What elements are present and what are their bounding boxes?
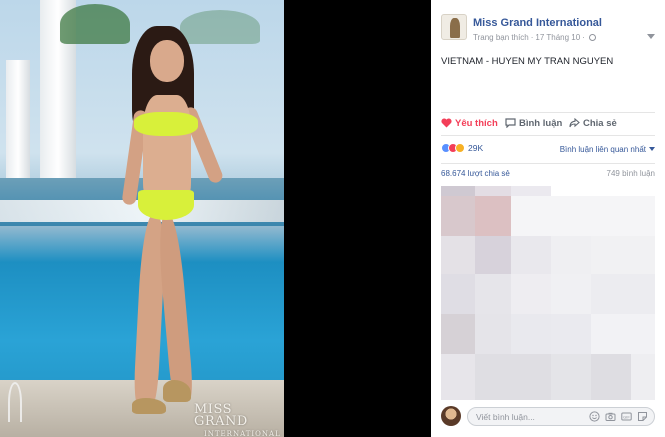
caret-down-icon — [649, 147, 655, 151]
blur-block — [591, 354, 631, 400]
blur-block — [511, 236, 551, 274]
camera-icon[interactable] — [605, 411, 616, 422]
post-options-chevron-down-icon[interactable] — [647, 34, 655, 39]
relation-label: Trang bạn thích — [473, 33, 529, 42]
emoji-icon[interactable] — [589, 411, 600, 422]
blur-block — [475, 274, 511, 314]
svg-text:GIF: GIF — [623, 414, 630, 419]
share-count-link[interactable]: 68.674 lượt chia sẻ — [441, 169, 510, 178]
blur-block — [551, 354, 591, 400]
reaction-count: 29K — [468, 143, 484, 153]
comment-composer: Viết bình luận... GIF — [441, 406, 655, 428]
blur-block — [475, 236, 511, 274]
blur-block — [511, 274, 551, 314]
action-bar: Yêu thích Bình luận Chia sẻ — [441, 112, 655, 136]
watermark-line1: MISS GRAND — [194, 402, 248, 429]
blur-block — [441, 274, 475, 314]
user-avatar — [441, 406, 461, 426]
blur-block — [475, 314, 511, 354]
composer-icons: GIF — [584, 411, 648, 429]
post-side-panel: Miss Grand International Trang bạn thích… — [431, 0, 665, 437]
blur-block — [591, 314, 655, 354]
heart-icon — [441, 118, 452, 128]
comment-icon — [505, 118, 516, 129]
reactions-summary[interactable]: 29K — [441, 143, 483, 157]
comment-placeholder: Viết bình luận... — [476, 412, 535, 422]
comment-label: Bình luận — [519, 118, 563, 129]
share-button[interactable]: Chia sẻ — [569, 117, 617, 129]
blur-block — [511, 196, 655, 236]
blur-block — [475, 186, 511, 196]
comment-sort-label: Bình luận liên quan nhất — [559, 145, 646, 154]
page-name-link[interactable]: Miss Grand International — [473, 17, 602, 29]
page-avatar[interactable] — [441, 14, 467, 40]
bikini-bottom — [138, 190, 194, 220]
post-header: Miss Grand International Trang bạn thích… — [431, 0, 665, 52]
avatar-figure — [450, 18, 460, 38]
logo-crown-icon — [8, 382, 22, 422]
blur-block — [551, 314, 591, 354]
comment-input[interactable]: Viết bình luận... GIF — [467, 407, 655, 426]
post-meta: Trang bạn thích · 17 Tháng 10 · — [473, 33, 596, 42]
globe-icon — [588, 34, 596, 41]
blur-block — [631, 354, 655, 400]
photo-watermark: MISS GRAND INTERNATIONAL — [194, 402, 284, 437]
comment-button[interactable]: Bình luận — [505, 118, 562, 129]
comments-list-blurred — [441, 186, 655, 400]
model-face — [150, 40, 184, 82]
post-photo[interactable]: MISS GRAND INTERNATIONAL — [0, 0, 284, 437]
model-shoe — [132, 398, 166, 414]
blur-block — [551, 274, 591, 314]
separator-dot: · — [530, 33, 534, 42]
blur-block — [591, 236, 655, 274]
blur-block — [441, 196, 475, 236]
wow-icon — [455, 143, 465, 153]
sticker-icon[interactable] — [637, 411, 648, 422]
blur-block — [441, 354, 475, 400]
share-label: Chia sẻ — [583, 118, 617, 129]
separator-dot: · — [582, 33, 585, 42]
post-stats: 68.674 lượt chia sẻ 749 bình luận — [441, 163, 655, 181]
gif-icon[interactable]: GIF — [621, 411, 632, 422]
bikini-top — [134, 112, 198, 136]
like-button[interactable]: Yêu thích — [441, 118, 498, 129]
share-icon — [569, 117, 580, 128]
blur-block — [475, 354, 551, 400]
blur-block — [441, 186, 475, 196]
blur-block — [551, 236, 591, 274]
comment-sort-dropdown[interactable]: Bình luận liên quan nhất — [560, 145, 655, 154]
watermark-line2: INTERNATIONAL — [204, 430, 281, 437]
blur-block — [441, 314, 475, 354]
blur-block — [511, 186, 551, 196]
photo-viewer: MISS GRAND INTERNATIONAL Miss Grand Inte… — [0, 0, 665, 437]
background-palm — [60, 4, 130, 44]
blur-block — [475, 196, 511, 236]
post-caption: VIETNAM - HUYEN MY TRAN NGUYEN — [441, 56, 614, 67]
background-palm — [180, 10, 260, 44]
blur-block — [511, 314, 551, 354]
blur-block — [441, 236, 475, 274]
like-label: Yêu thích — [455, 118, 498, 129]
post-date[interactable]: 17 Tháng 10 — [535, 33, 580, 42]
blur-block — [591, 274, 655, 314]
comment-count[interactable]: 749 bình luận — [607, 169, 656, 178]
